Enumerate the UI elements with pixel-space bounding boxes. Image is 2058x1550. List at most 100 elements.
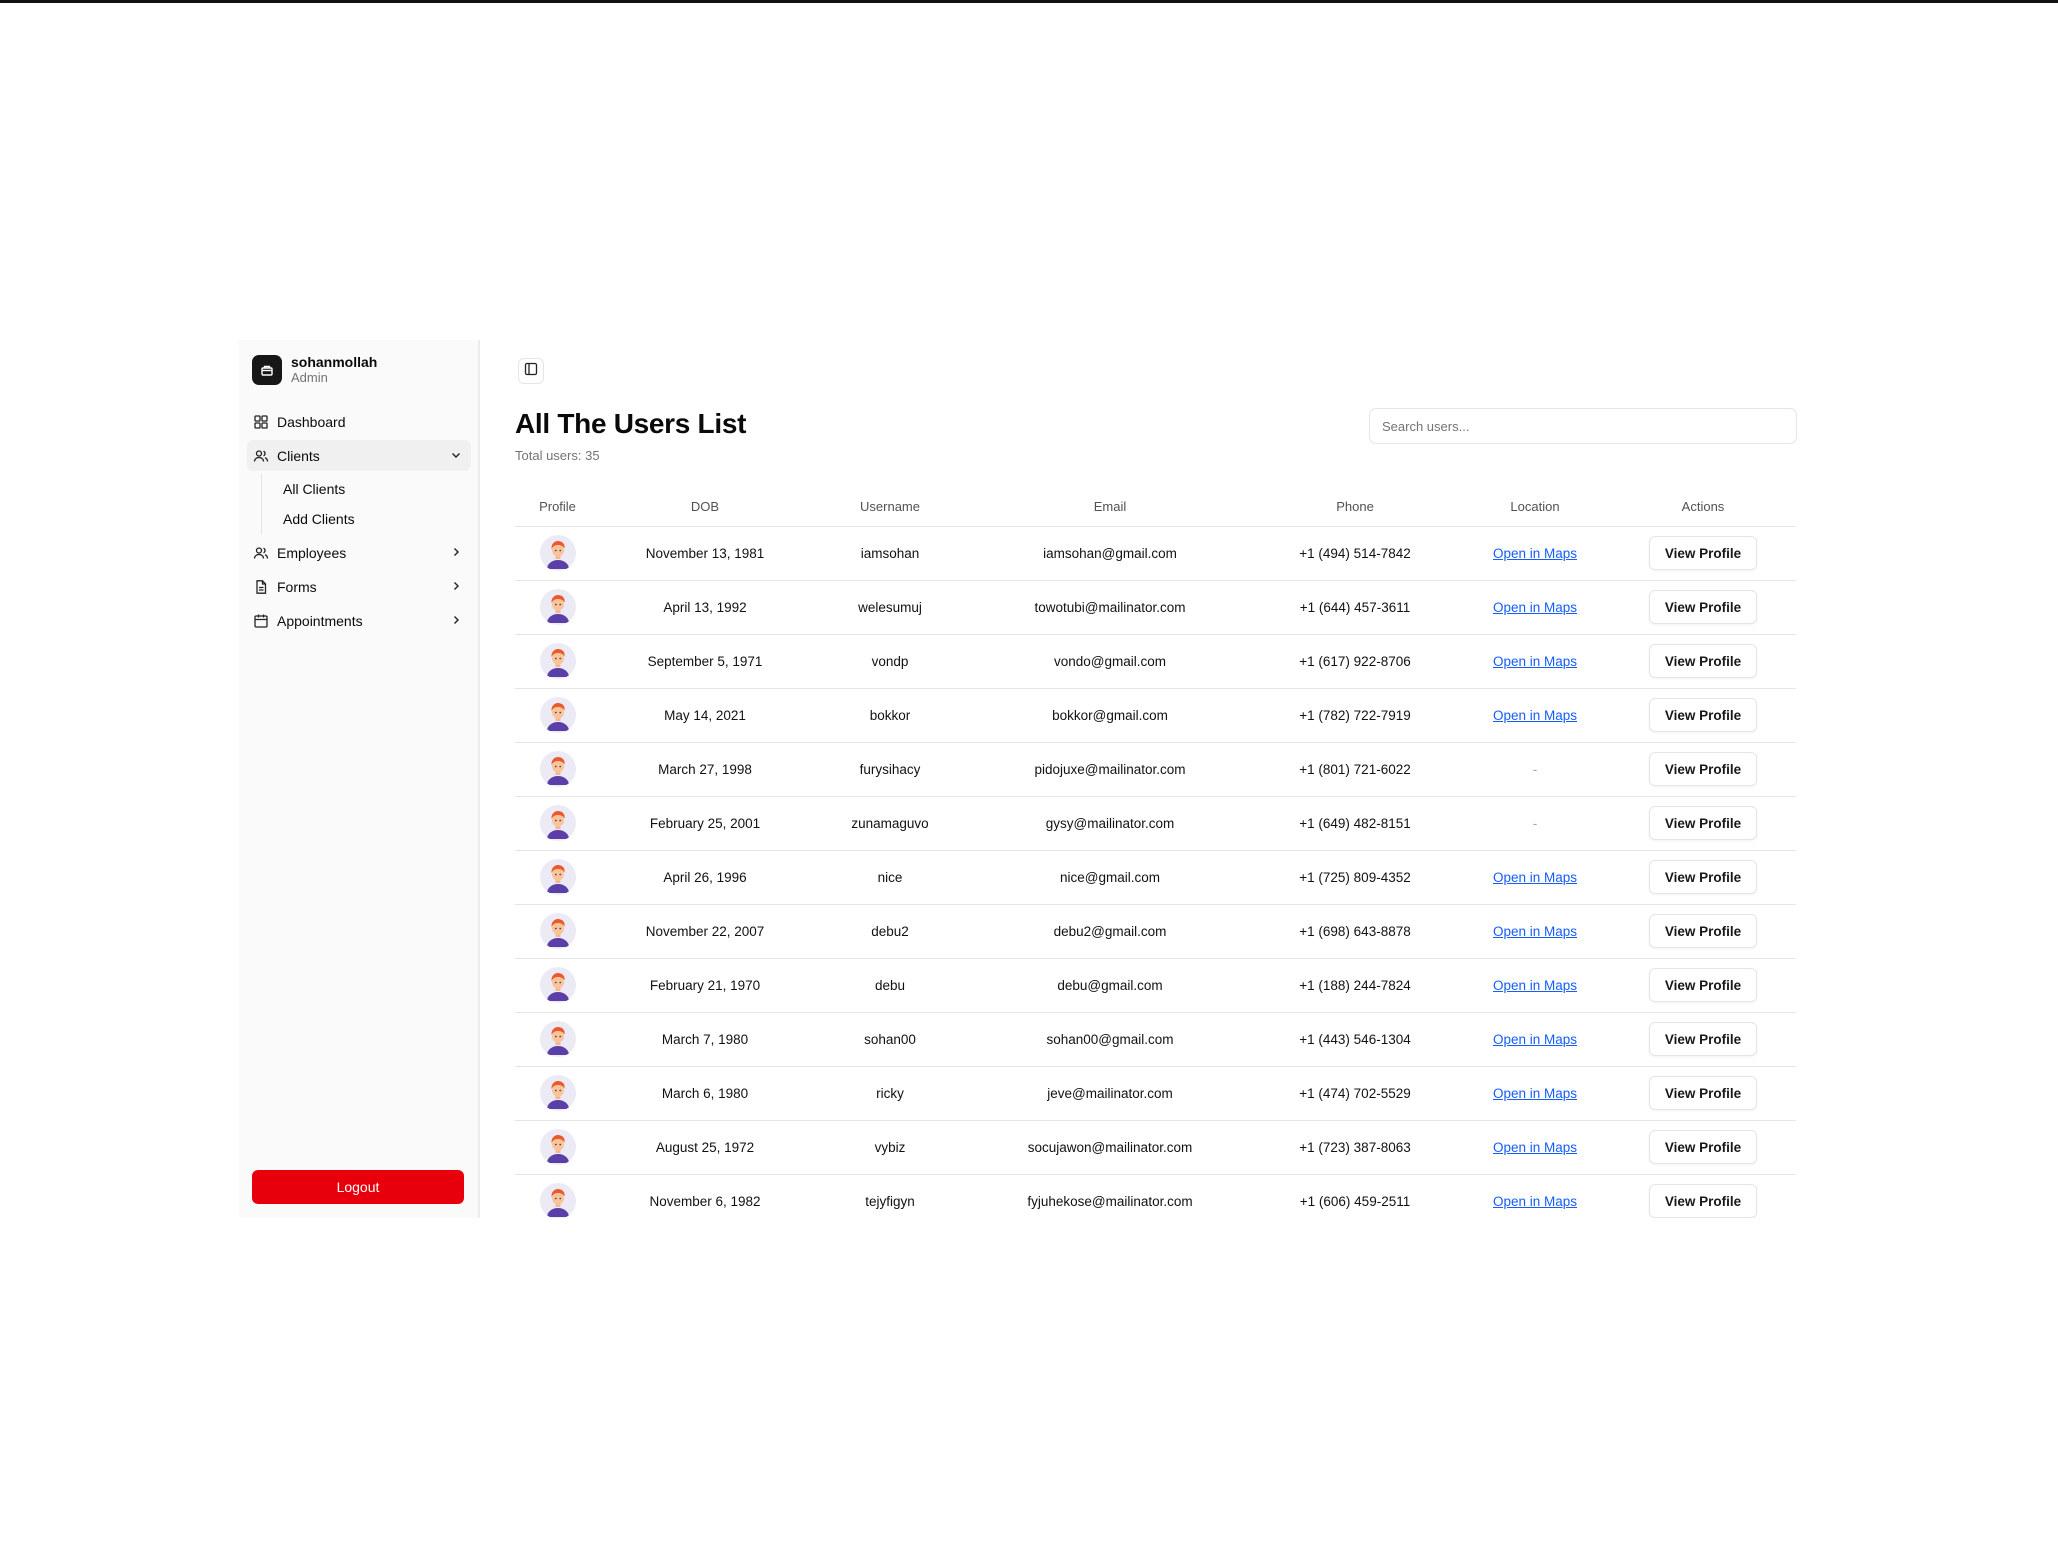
sidebar-toggle-button[interactable] (518, 358, 544, 384)
cell-dob: February 21, 1970 (600, 958, 810, 1013)
view-profile-button[interactable]: View Profile (1648, 1130, 1758, 1164)
column-header-email: Email (970, 488, 1250, 527)
table-header-row: Profile DOB Username Email Phone Locatio… (515, 488, 1796, 527)
view-profile-button[interactable]: View Profile (1648, 536, 1758, 570)
column-header-actions: Actions (1610, 488, 1796, 527)
cell-profile (515, 1066, 600, 1121)
column-header-location: Location (1460, 488, 1610, 527)
cell-location: Open in Maps (1460, 1120, 1610, 1175)
view-profile-button[interactable]: View Profile (1648, 590, 1758, 624)
open-in-maps-link[interactable]: Open in Maps (1493, 978, 1577, 993)
calendar-icon (253, 613, 269, 629)
cell-email: bokkor@gmail.com (970, 688, 1250, 743)
table-row: November 6, 1982 tejyfigyn fyjuhekose@mail… (515, 1174, 1796, 1218)
avatar[interactable] (539, 1075, 576, 1111)
cell-location: Open in Maps (1460, 580, 1610, 635)
sidebar-item-clients[interactable]: Clients (247, 440, 471, 471)
cell-profile (515, 526, 600, 581)
app-window: sohanmollah Admin Dashboard Clients All … (239, 340, 1797, 1218)
cell-username: iamsohan (810, 526, 970, 581)
cell-location: Open in Maps (1460, 688, 1610, 743)
column-header-username: Username (810, 488, 970, 527)
file-icon (253, 579, 269, 595)
open-in-maps-link[interactable]: Open in Maps (1493, 600, 1577, 615)
avatar[interactable] (539, 697, 576, 733)
avatar[interactable] (539, 859, 576, 895)
cell-location: Open in Maps (1460, 904, 1610, 959)
cell-phone: +1 (782) 722-7919 (1250, 688, 1460, 743)
sidebar-item-employees[interactable]: Employees (247, 537, 471, 568)
cell-profile (515, 850, 600, 905)
view-profile-button[interactable]: View Profile (1648, 806, 1758, 840)
view-profile-button[interactable]: View Profile (1648, 752, 1758, 786)
cell-actions: View Profile (1610, 580, 1796, 635)
user-profile[interactable]: sohanmollah Admin (252, 354, 377, 386)
open-in-maps-link[interactable]: Open in Maps (1493, 708, 1577, 723)
cell-username: debu2 (810, 904, 970, 959)
open-in-maps-link[interactable]: Open in Maps (1493, 1086, 1577, 1101)
cell-email: towotubi@mailinator.com (970, 580, 1250, 635)
cell-profile (515, 904, 600, 959)
open-in-maps-link[interactable]: Open in Maps (1493, 654, 1577, 669)
avatar[interactable] (539, 535, 576, 571)
cell-email: jeve@mailinator.com (970, 1066, 1250, 1121)
cell-profile (515, 1120, 600, 1175)
chevron-down-icon (449, 448, 463, 462)
cell-actions: View Profile (1610, 796, 1796, 851)
view-profile-button[interactable]: View Profile (1648, 914, 1758, 948)
cell-dob: November 6, 1982 (600, 1174, 810, 1218)
open-in-maps-link[interactable]: Open in Maps (1493, 1140, 1577, 1155)
cell-location: Open in Maps (1460, 526, 1610, 581)
avatar[interactable] (539, 805, 576, 841)
table-row: February 21, 1970 debu debu@gmail.com +1 (1… (515, 958, 1796, 1013)
cell-profile (515, 688, 600, 743)
cell-phone: +1 (606) 459-2511 (1250, 1174, 1460, 1218)
view-profile-button[interactable]: View Profile (1648, 968, 1758, 1002)
cell-email: socujawon@mailinator.com (970, 1120, 1250, 1175)
app-logo-icon (252, 355, 282, 385)
table-row: September 5, 1971 vondp vondo@gmail.com +1 … (515, 634, 1796, 689)
open-in-maps-link[interactable]: Open in Maps (1493, 1194, 1577, 1209)
cell-location: Open in Maps (1460, 958, 1610, 1013)
cell-actions: View Profile (1610, 904, 1796, 959)
avatar[interactable] (539, 751, 576, 787)
view-profile-button[interactable]: View Profile (1648, 860, 1758, 894)
sidebar-item-appointments[interactable]: Appointments (247, 605, 471, 636)
table-body: November 13, 1981 iamsohan iamsohan@gmail.… (515, 526, 1796, 1218)
avatar[interactable] (539, 1129, 576, 1165)
column-header-phone: Phone (1250, 488, 1460, 527)
open-in-maps-link[interactable]: Open in Maps (1493, 870, 1577, 885)
table-row: November 13, 1981 iamsohan iamsohan@gmail.… (515, 526, 1796, 581)
cell-phone: +1 (723) 387-8063 (1250, 1120, 1460, 1175)
view-profile-button[interactable]: View Profile (1648, 1184, 1758, 1218)
avatar[interactable] (539, 913, 576, 949)
cell-dob: November 22, 2007 (600, 904, 810, 959)
view-profile-button[interactable]: View Profile (1648, 1076, 1758, 1110)
avatar[interactable] (539, 643, 576, 679)
sidebar-item-dashboard[interactable]: Dashboard (247, 406, 471, 437)
logout-button[interactable]: Logout (252, 1170, 464, 1204)
sidebar-item-forms[interactable]: Forms (247, 571, 471, 602)
open-in-maps-link[interactable]: Open in Maps (1493, 924, 1577, 939)
cell-phone: +1 (443) 546-1304 (1250, 1012, 1460, 1067)
cell-profile (515, 958, 600, 1013)
avatar[interactable] (539, 967, 576, 1003)
cell-location: Open in Maps (1460, 1174, 1610, 1218)
avatar[interactable] (539, 1021, 576, 1057)
avatar[interactable] (539, 589, 576, 625)
sidebar-subitem-all-clients[interactable]: All Clients (283, 474, 471, 504)
sidebar-subitem-add-clients[interactable]: Add Clients (283, 504, 471, 534)
cell-actions: View Profile (1610, 688, 1796, 743)
open-in-maps-link[interactable]: Open in Maps (1493, 1032, 1577, 1047)
avatar[interactable] (539, 1183, 576, 1218)
view-profile-button[interactable]: View Profile (1648, 1022, 1758, 1056)
cell-dob: September 5, 1971 (600, 634, 810, 689)
open-in-maps-link[interactable]: Open in Maps (1493, 546, 1577, 561)
cell-phone: +1 (649) 482-8151 (1250, 796, 1460, 851)
search-input[interactable] (1369, 408, 1797, 444)
cell-location: Open in Maps (1460, 1012, 1610, 1067)
view-profile-button[interactable]: View Profile (1648, 644, 1758, 678)
cell-username: vondp (810, 634, 970, 689)
chevron-right-icon (449, 545, 463, 559)
view-profile-button[interactable]: View Profile (1648, 698, 1758, 732)
